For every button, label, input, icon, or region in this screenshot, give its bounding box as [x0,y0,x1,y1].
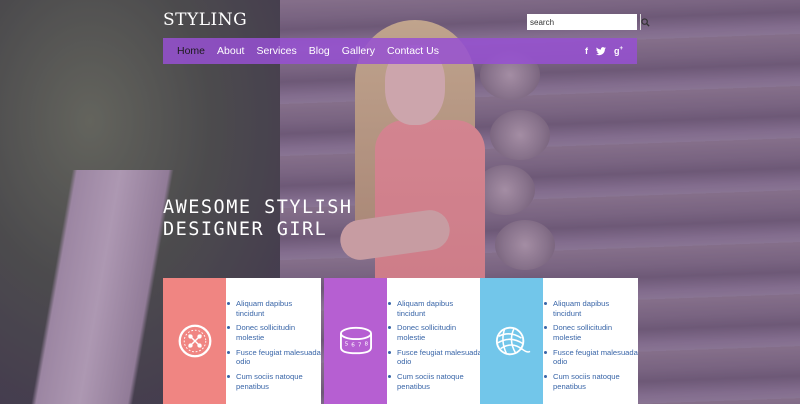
list-item[interactable]: Donec sollicitudin molestie [388,323,482,342]
yarn-ball-icon [495,326,530,356]
hero-line-2: DESIGNER GIRL [163,219,328,240]
card-icon-panel [163,278,226,404]
search-box [527,14,650,30]
card-list: Aliquam dapibus tincidunt Donec sollicit… [544,299,638,391]
card-list: Aliquam dapibus tincidunt Donec sollicit… [227,299,321,391]
card-list: Aliquam dapibus tincidunt Donec sollicit… [388,299,482,391]
list-item[interactable]: Fusce feugiat malesuada odio [227,348,321,367]
social-links: f g+ [585,46,637,56]
feature-card-knitting: Aliquam dapibus tincidunt Donec sollicit… [480,278,638,404]
search-icon [641,17,650,27]
svg-text:8: 8 [364,342,368,348]
search-button[interactable] [640,14,650,30]
card-icon-panel: 5 6 7 8 [324,278,387,404]
list-item[interactable]: Donec sollicitudin molestie [544,323,638,342]
card-body: Aliquam dapibus tincidunt Donec sollicit… [543,278,638,404]
card-body: Aliquam dapibus tincidunt Donec sollicit… [226,278,321,404]
nav-item-home[interactable]: Home [171,38,211,64]
svg-text:5: 5 [344,342,348,348]
hero-headline: AWESOME STYLISH DESIGNER GIRL [163,197,353,241]
button-icon [178,324,211,358]
svg-text:6: 6 [351,343,355,349]
card-body: Aliquam dapibus tincidunt Donec sollicit… [387,278,482,404]
list-item[interactable]: Cum sociis natoque penatibus [388,372,482,391]
list-item[interactable]: Donec sollicitudin molestie [227,323,321,342]
nav-item-contact-us[interactable]: Contact Us [381,38,445,64]
nav-item-services[interactable]: Services [250,38,302,64]
feature-card-sewing: Aliquam dapibus tincidunt Donec sollicit… [163,278,321,404]
main-nav: Home About Services Blog Gallery Contact… [163,38,637,64]
nav-item-gallery[interactable]: Gallery [336,38,381,64]
measuring-tape-icon: 5 6 7 8 [339,326,372,355]
svg-text:7: 7 [357,343,361,349]
list-item[interactable]: Cum sociis natoque penatibus [544,372,638,391]
facebook-icon[interactable]: f [585,46,588,56]
card-icon-panel [480,278,543,404]
list-item[interactable]: Cum sociis natoque penatibus [227,372,321,391]
twitter-icon[interactable] [595,46,606,56]
feature-card-measuring: 5 6 7 8 Aliquam dapibus tincidunt Donec … [324,278,482,404]
list-item[interactable]: Aliquam dapibus tincidunt [227,299,321,318]
hero-line-1: AWESOME STYLISH [163,197,353,218]
list-item[interactable]: Fusce feugiat malesuada odio [388,348,482,367]
search-input[interactable] [527,14,640,30]
nav-item-blog[interactable]: Blog [303,38,336,64]
list-item[interactable]: Aliquam dapibus tincidunt [388,299,482,318]
site-logo[interactable]: STYLING [163,10,247,30]
google-plus-icon[interactable]: g+ [614,46,623,56]
nav-item-about[interactable]: About [211,38,250,64]
list-item[interactable]: Fusce feugiat malesuada odio [544,348,638,367]
list-item[interactable]: Aliquam dapibus tincidunt [544,299,638,318]
